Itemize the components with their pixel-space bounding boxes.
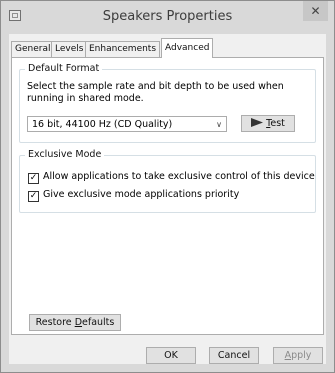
tab-levels[interactable]: Levels	[51, 41, 88, 57]
apply-button[interactable]: Apply	[273, 347, 323, 364]
restore-defaults-button[interactable]: Restore Defaults	[29, 314, 121, 331]
test-button[interactable]: Test	[241, 115, 295, 132]
exclusive-priority-label: Give exclusive mode applications priorit…	[43, 189, 240, 200]
exclusive-mode-group: Exclusive Mode ✓ Allow applications to ta…	[19, 149, 316, 213]
apply-label-rest: pply	[291, 350, 312, 361]
properties-dialog: Speakers Properties ✕ General Levels Enh…	[0, 0, 335, 373]
restore-label-after: efaults	[82, 317, 115, 328]
window-title: Speakers Properties	[102, 9, 233, 24]
chevron-down-icon: ∨	[216, 120, 222, 129]
advanced-tab-panel: Default Format Select the sample rate an…	[11, 57, 324, 335]
default-format-description: Select the sample rate and bit depth to …	[27, 81, 284, 104]
title-bar[interactable]: Speakers Properties ✕	[1, 1, 334, 34]
restore-mnemonic: D	[74, 317, 83, 328]
default-format-label: Default Format	[25, 63, 103, 74]
ok-button[interactable]: OK	[146, 347, 196, 364]
exclusive-priority-checkbox[interactable]: ✓ Give exclusive mode applications priori…	[28, 189, 240, 202]
restore-label-before: Restore	[35, 317, 75, 328]
tab-general[interactable]: General	[11, 41, 55, 57]
close-button[interactable]: ✕	[303, 1, 328, 21]
allow-exclusive-control-checkbox[interactable]: ✓ Allow applications to take exclusive co…	[28, 171, 315, 184]
allow-exclusive-control-label: Allow applications to take exclusive con…	[43, 171, 315, 182]
format-dropdown[interactable]: 16 bit, 44100 Hz (CD Quality) ∨	[27, 116, 227, 132]
cancel-button[interactable]: Cancel	[209, 347, 259, 364]
format-dropdown-value: 16 bit, 44100 Hz (CD Quality)	[32, 119, 173, 130]
dialog-client-area: General Levels Enhancements Advanced Def…	[9, 34, 326, 364]
checkbox-checked-icon[interactable]: ✓	[28, 173, 39, 184]
exclusive-mode-label: Exclusive Mode	[25, 149, 105, 160]
test-label-rest: est	[270, 118, 285, 129]
tab-enhancements[interactable]: Enhancements	[85, 41, 161, 57]
checkbox-checked-icon[interactable]: ✓	[28, 191, 39, 202]
tab-advanced[interactable]: Advanced	[161, 38, 214, 58]
play-icon	[251, 118, 264, 127]
default-format-group: Default Format Select the sample rate an…	[19, 63, 316, 143]
